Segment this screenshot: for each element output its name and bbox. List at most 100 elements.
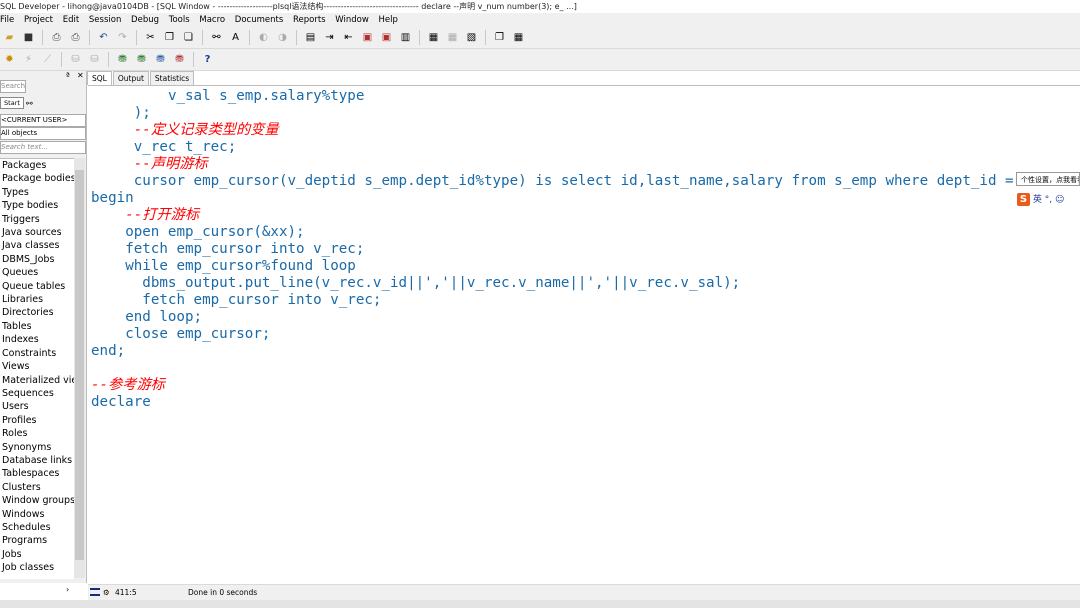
code-line[interactable]: end loop; [125, 309, 202, 326]
object-type-item[interactable]: Queue tables [0, 280, 74, 293]
close-panel-icon[interactable]: ✕ [77, 71, 84, 80]
pin-icon[interactable]: ª [66, 71, 70, 80]
indent-icon[interactable]: ⇥ [323, 31, 336, 44]
menu-documents[interactable]: Documents [235, 15, 283, 25]
object-type-item[interactable]: Directories [0, 306, 74, 319]
menu-edit[interactable]: Edit [63, 15, 79, 25]
scrollbar-thumb[interactable] [75, 170, 84, 560]
uppercase-icon[interactable]: ▦ [427, 31, 440, 44]
commit-icon[interactable]: ⛁ [69, 53, 82, 66]
object-type-item[interactable]: Views [0, 360, 74, 373]
object-type-item[interactable]: Java classes [0, 239, 74, 252]
menu-project[interactable]: Project [24, 15, 53, 25]
object-type-item[interactable]: Tablespaces [0, 467, 74, 480]
sql-editor[interactable]: v_sal s_emp.salary%type); --定义记录类型的变量 v_re… [88, 85, 1080, 583]
code-line[interactable]: dbms_output.put_line(v_rec.v_id||','||v_… [142, 275, 740, 292]
code-line[interactable]: --参考游标 [91, 377, 165, 394]
unindent-icon[interactable]: ⇤ [342, 31, 355, 44]
help-icon[interactable]: ? [201, 53, 214, 66]
object-type-item[interactable]: Libraries [0, 293, 74, 306]
uncomment-icon[interactable]: ▣ [380, 31, 393, 44]
object-type-select[interactable]: All objects [0, 127, 86, 140]
menu-file[interactable]: File [0, 15, 14, 25]
redo-icon[interactable]: ↷ [116, 31, 129, 44]
paste-icon[interactable]: ❏ [182, 31, 195, 44]
punctuation-icon[interactable]: °, [1045, 195, 1052, 205]
panel-expand-arrow[interactable]: › [66, 584, 69, 596]
emoji-icon[interactable]: ☺ [1055, 195, 1064, 205]
print-preview-icon[interactable]: ⎙ [69, 31, 82, 44]
object-type-item[interactable]: Constraints [0, 347, 74, 360]
copy-icon[interactable]: ❐ [163, 31, 176, 44]
undo-icon[interactable]: ↶ [97, 31, 110, 44]
object-type-item[interactable]: Triggers [0, 213, 74, 226]
block-icon[interactable]: ▥ [399, 31, 412, 44]
stop-icon[interactable]: ⟋ [41, 53, 54, 66]
window-list-icon[interactable]: ❐ [493, 31, 506, 44]
code-line[interactable]: fetch emp_cursor into v_rec; [125, 241, 364, 258]
user-filter-select[interactable]: <CURRENT USER> [0, 114, 86, 127]
cut-icon[interactable]: ✂ [144, 31, 157, 44]
tile-windows-icon[interactable]: ▦ [512, 31, 525, 44]
object-type-item[interactable]: Sequences [0, 387, 74, 400]
code-line[interactable]: ); [134, 105, 151, 122]
rollback-icon[interactable]: ⛁ [88, 53, 101, 66]
object-type-item[interactable]: Jobs [0, 548, 74, 561]
object-type-item[interactable]: Profiles [0, 414, 74, 427]
code-line[interactable]: end; [91, 343, 125, 360]
object-type-item[interactable]: Java sources [0, 226, 74, 239]
list-scrollbar[interactable] [74, 158, 85, 578]
object-type-item[interactable]: Users [0, 400, 74, 413]
object-type-item[interactable]: Materialized views [0, 374, 74, 387]
start-button[interactable]: Start [0, 97, 24, 109]
object-type-item[interactable]: Tables [0, 320, 74, 333]
code-line[interactable]: v_sal s_emp.salary%type [168, 88, 364, 105]
save-icon[interactable]: ■ [22, 31, 35, 44]
bookmark-prev-icon[interactable]: ◐ [257, 31, 270, 44]
log-off-icon[interactable]: ⛃ [135, 53, 148, 66]
code-line[interactable]: --定义记录类型的变量 [134, 122, 279, 139]
object-type-item[interactable]: Clusters [0, 481, 74, 494]
object-type-item[interactable]: Indexes [0, 333, 74, 346]
sql-trace-icon[interactable]: ⛃ [173, 53, 186, 66]
object-type-item[interactable]: Roles [0, 427, 74, 440]
ime-language[interactable]: 英 [1033, 195, 1042, 205]
object-type-item[interactable]: Windows [0, 508, 74, 521]
tab-sql[interactable]: SQL [87, 71, 112, 85]
object-type-item[interactable]: DBMS_Jobs [0, 253, 74, 266]
bookmark-next-icon[interactable]: ◑ [276, 31, 289, 44]
code-line[interactable]: --声明游标 [134, 156, 208, 173]
menu-window[interactable]: Window [335, 15, 369, 25]
break-icon[interactable]: ⚡ [22, 53, 35, 66]
object-type-item[interactable]: Window groups [0, 494, 74, 507]
code-line[interactable]: cursor emp_cursor(v_deptid s_emp.dept_id… [134, 173, 1022, 190]
menu-macro[interactable]: Macro [199, 15, 225, 25]
object-type-item[interactable]: Job classes [0, 561, 74, 574]
tab-output[interactable]: Output [112, 71, 149, 85]
object-type-item[interactable]: Type bodies [0, 199, 74, 212]
menu-help[interactable]: Help [379, 15, 398, 25]
find-icon[interactable]: ⚯ [210, 31, 223, 44]
open-folder-icon[interactable]: ▰ [3, 31, 16, 44]
code-line[interactable]: while emp_cursor%found loop [125, 258, 356, 275]
panel-toggle-icon[interactable] [90, 588, 100, 596]
replace-icon[interactable]: A [229, 31, 242, 44]
object-type-item[interactable]: Database links [0, 454, 74, 467]
comment-icon[interactable]: ▣ [361, 31, 374, 44]
menu-reports[interactable]: Reports [293, 15, 326, 25]
object-type-item[interactable]: Types [0, 186, 74, 199]
execute-icon[interactable]: ✹ [3, 53, 16, 66]
object-type-item[interactable]: Package bodies [0, 172, 74, 185]
object-type-item[interactable]: Packages [0, 159, 74, 172]
menu-debug[interactable]: Debug [131, 15, 159, 25]
menu-session[interactable]: Session [89, 15, 121, 25]
session-icon[interactable]: ⛃ [154, 53, 167, 66]
code-line[interactable]: v_rec t_rec; [134, 139, 237, 156]
code-line[interactable]: declare [91, 394, 151, 411]
format-icon[interactable]: ▧ [465, 31, 478, 44]
lowercase-icon[interactable]: ▦ [446, 31, 459, 44]
code-line[interactable]: open emp_cursor(&xx); [125, 224, 304, 241]
code-line[interactable]: --打开游标 [125, 207, 199, 224]
object-type-item[interactable]: Programs [0, 534, 74, 547]
tab-statistics[interactable]: Statistics [149, 71, 195, 85]
